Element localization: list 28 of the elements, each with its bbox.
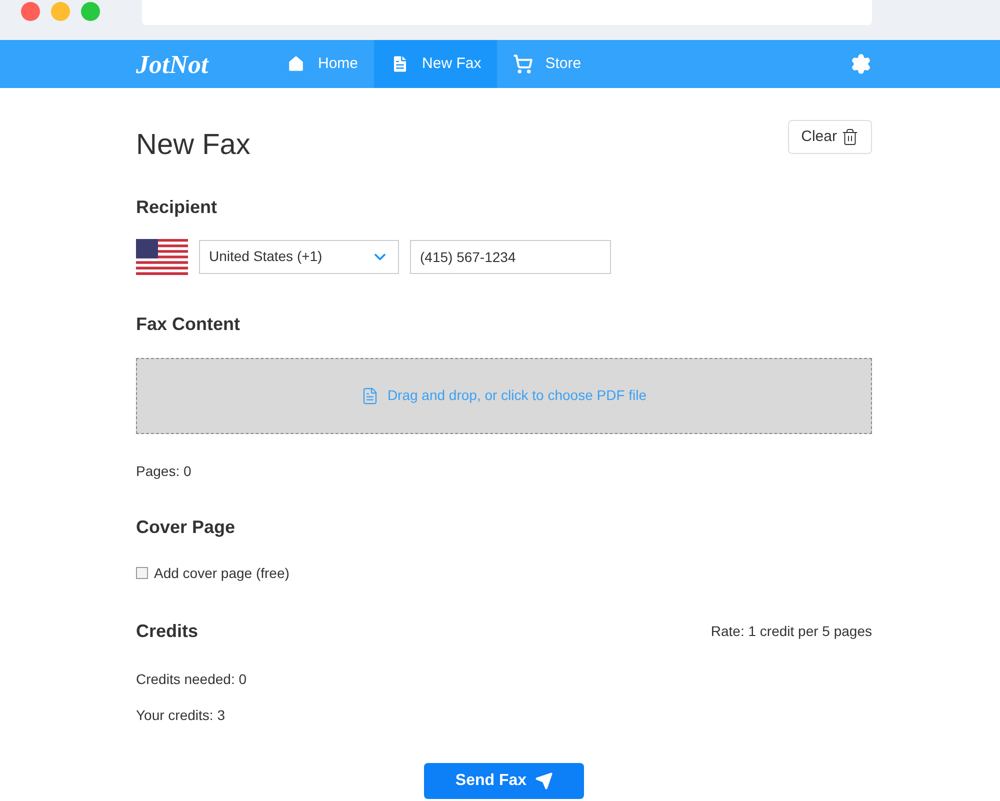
pages-count: Pages: 0 [136,462,192,481]
clear-button[interactable]: Clear [788,120,872,154]
settings-icon[interactable] [850,53,872,75]
checkbox-label: Add cover page (free) [154,564,290,583]
file-dropzone[interactable]: Drag and drop, or click to choose PDF file [136,358,872,434]
page-title: New Fax [136,128,250,163]
nav-tab[interactable]: Store [497,40,598,88]
dropzone-text: Drag and drop, or click to choose PDF file [387,386,647,405]
trash-icon [841,128,859,146]
credits-needed: Credits needed: 0 [136,670,248,688]
country-select[interactable]: United States (+1) [199,240,399,274]
section-heading: Cover Page [136,516,236,539]
house-icon [286,54,306,74]
section-heading: Recipient [136,196,218,219]
your-credits: Your credits: 3 [136,706,226,724]
logo[interactable]: JotNot [136,44,270,84]
paper-plane-icon [534,772,553,790]
phone-field[interactable]: (415) 567-1234 [410,240,611,274]
checkbox[interactable] [136,567,148,579]
flag-icon [136,238,188,274]
nav-tab[interactable]: New Fax [374,40,498,88]
document-icon [361,386,380,404]
section-heading: Fax Content [136,312,242,336]
section-heading: Credits [136,620,198,642]
nav-tab[interactable]: Home [270,40,374,88]
send-fax-button[interactable]: Send Fax [424,762,584,798]
cart-icon [513,54,534,74]
rate-text: Rate: 1 credit per 5 pages [710,622,872,641]
